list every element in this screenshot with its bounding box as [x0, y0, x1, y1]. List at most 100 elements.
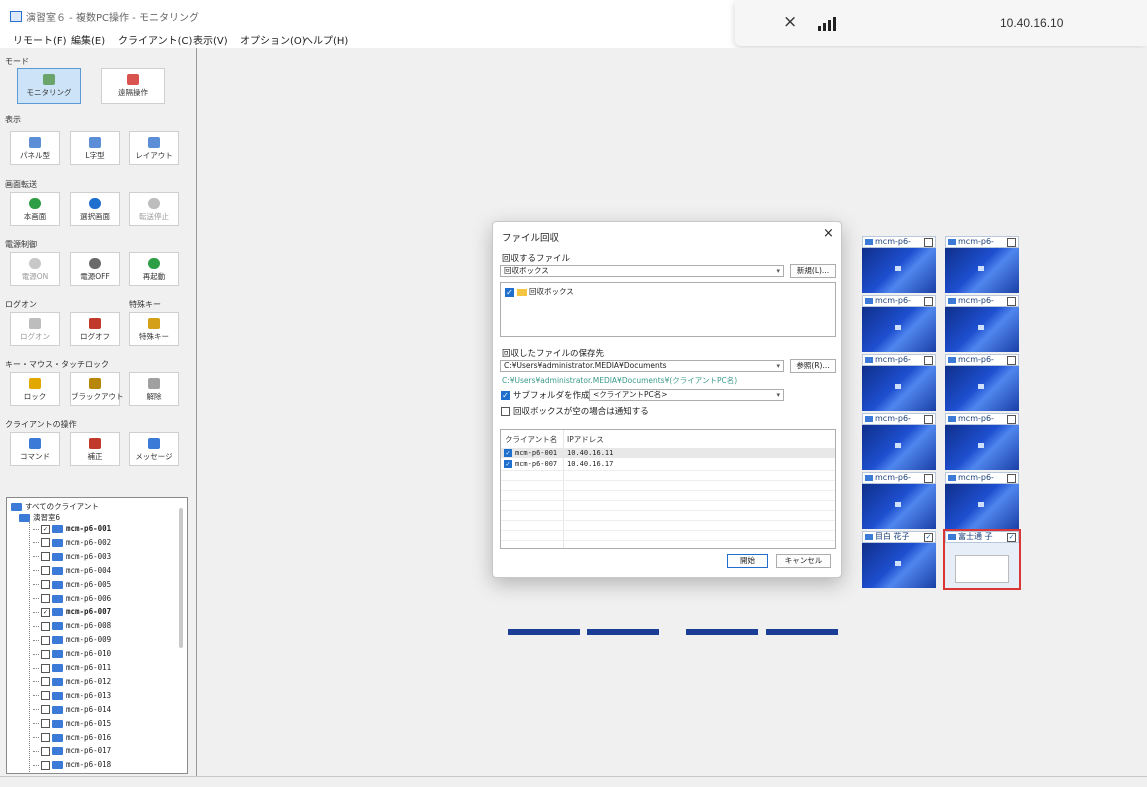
close-icon[interactable]: ×: [823, 226, 834, 241]
menu-client[interactable]: クライアント(C): [118, 32, 192, 47]
tree-item[interactable]: mcm-p6-006: [33, 594, 111, 605]
tree-item[interactable]: mcm-p6-016: [33, 733, 111, 744]
tree-item-checkbox[interactable]: [41, 566, 50, 576]
client-tile[interactable]: mcm-p6-: [862, 236, 936, 293]
unlock-button[interactable]: 解除: [129, 372, 179, 406]
client-tile[interactable]: 富士通 子 ✓: [943, 529, 1021, 590]
special-key-button[interactable]: 特殊キー: [129, 312, 179, 346]
client-tile-checkbox[interactable]: [1007, 356, 1016, 365]
logoff-button[interactable]: ログオフ: [70, 312, 120, 346]
table-row[interactable]: ✓ mcm-p6-007 10.40.16.17: [501, 459, 835, 469]
tree-item[interactable]: mcm-p6-010: [33, 649, 111, 660]
menu-edit[interactable]: 編集(E): [71, 32, 105, 47]
tree-item-checkbox[interactable]: [41, 663, 50, 673]
tree-item-checkbox[interactable]: [41, 621, 50, 631]
client-tile[interactable]: mcm-p6-: [945, 472, 1019, 529]
client-tile[interactable]: mcm-p6-: [945, 295, 1019, 352]
client-tile-checkbox[interactable]: ✓: [924, 533, 933, 542]
power-on-button[interactable]: 電源ON: [10, 252, 60, 286]
select-screen-button[interactable]: 選択画面: [70, 192, 120, 226]
tree-item-checkbox[interactable]: [41, 635, 50, 645]
client-tile-checkbox[interactable]: [924, 474, 933, 483]
subfolder-checkbox[interactable]: ✓: [501, 391, 510, 400]
tree-item[interactable]: mcm-p6-003: [33, 552, 111, 563]
tree-item-checkbox[interactable]: [41, 552, 50, 562]
notify-checkbox[interactable]: [501, 407, 510, 416]
tree-item-checkbox[interactable]: [41, 677, 50, 687]
main-screen-button[interactable]: 本画面: [10, 192, 60, 226]
tree-item[interactable]: mcm-p6-005: [33, 580, 111, 591]
tree-item-checkbox[interactable]: [41, 760, 50, 770]
client-tile[interactable]: mcm-p6-: [945, 354, 1019, 411]
tree-item[interactable]: mcm-p6-013: [33, 691, 111, 702]
tree-item-checkbox[interactable]: [41, 691, 50, 701]
tree-item-checkbox[interactable]: [41, 649, 50, 659]
power-off-button[interactable]: 電源OFF: [70, 252, 120, 286]
lock-button[interactable]: ロック: [10, 372, 60, 406]
client-tile[interactable]: mcm-p6-: [945, 413, 1019, 470]
checkbox[interactable]: ✓: [505, 287, 514, 297]
files-combo[interactable]: 回収ボックス ▾: [500, 265, 784, 277]
message-button[interactable]: メッセージ: [129, 432, 179, 466]
notify-checkbox-row[interactable]: 回収ボックスが空の場合は通知する: [501, 405, 649, 417]
tree-item[interactable]: mcm-p6-015: [33, 719, 111, 730]
client-tile-checkbox[interactable]: [924, 297, 933, 306]
client-tile[interactable]: mcm-p6-: [862, 472, 936, 529]
l-view-button[interactable]: L字型: [70, 131, 120, 165]
client-tile-checkbox[interactable]: [1007, 474, 1016, 483]
client-tile-checkbox[interactable]: [1007, 297, 1016, 306]
browse-button[interactable]: 参照(R)...: [790, 359, 836, 373]
panel-view-button[interactable]: パネル型: [10, 131, 60, 165]
tree-item-checkbox[interactable]: [41, 538, 50, 548]
command-button[interactable]: コマンド: [10, 432, 60, 466]
correct-button[interactable]: 補正: [70, 432, 120, 466]
client-tree[interactable]: すべてのクライアント 演習室6 ✓ mcm-p6-001 mcm-p6-002 mcm…: [6, 497, 188, 774]
tree-scrollbar[interactable]: [179, 508, 183, 648]
monitoring-button[interactable]: モニタリング: [17, 68, 81, 104]
signal-icon[interactable]: [817, 17, 839, 31]
tree-item[interactable]: mcm-p6-011: [33, 663, 111, 674]
client-tile[interactable]: 目白 花子 ✓: [862, 531, 936, 588]
tree-item[interactable]: mcm-p6-014: [33, 705, 111, 716]
tree-item[interactable]: mcm-p6-009: [33, 635, 111, 646]
tree-item[interactable]: mcm-p6-002: [33, 538, 111, 549]
tree-item[interactable]: mcm-p6-018: [33, 760, 111, 771]
client-tile[interactable]: mcm-p6-: [945, 236, 1019, 293]
subfolder-combo[interactable]: <クライアントPC名> ▾: [589, 389, 784, 401]
blackout-button[interactable]: ブラックアウト: [70, 372, 124, 406]
tree-root[interactable]: すべてのクライアント: [11, 501, 99, 512]
tree-item-checkbox[interactable]: [41, 719, 50, 729]
client-tile[interactable]: mcm-p6-: [862, 295, 936, 352]
menu-remote[interactable]: リモート(F): [13, 32, 67, 47]
row-checkbox[interactable]: ✓: [504, 449, 512, 457]
client-tile[interactable]: mcm-p6-: [862, 354, 936, 411]
box-list-item[interactable]: ✓ 回収ボックス: [505, 286, 574, 297]
client-tile-checkbox[interactable]: [924, 356, 933, 365]
new-button[interactable]: 新規(L)...: [790, 264, 836, 278]
client-tile[interactable]: mcm-p6-: [862, 413, 936, 470]
tree-group[interactable]: 演習室6: [19, 512, 60, 523]
client-tile-checkbox[interactable]: [1007, 415, 1016, 424]
client-tile-checkbox[interactable]: [924, 415, 933, 424]
remote-control-button[interactable]: 遠隔操作: [101, 68, 165, 104]
logon-button[interactable]: ログオン: [10, 312, 60, 346]
tree-item-checkbox[interactable]: ✓: [41, 607, 50, 617]
menu-option[interactable]: オプション(O): [240, 32, 306, 47]
start-button[interactable]: 開始: [727, 554, 768, 568]
bluetooth-off-icon[interactable]: ⨯: [783, 12, 797, 32]
tree-item[interactable]: mcm-p6-017: [33, 746, 111, 757]
tree-item[interactable]: mcm-p6-004: [33, 566, 111, 577]
restart-button[interactable]: 再起動: [129, 252, 179, 286]
stop-transfer-button[interactable]: 転送停止: [129, 192, 179, 226]
tree-item-checkbox[interactable]: [41, 746, 50, 756]
tree-item-checkbox[interactable]: [41, 580, 50, 590]
client-tile-checkbox[interactable]: [1007, 238, 1016, 247]
menu-help[interactable]: ヘルプ(H): [303, 32, 348, 47]
tree-item-checkbox[interactable]: ✓: [41, 524, 50, 534]
table-row[interactable]: ✓ mcm-p6-001 10.40.16.11: [501, 448, 835, 458]
subfolder-checkbox-row[interactable]: ✓ サブフォルダを作成: [501, 389, 590, 401]
layout-view-button[interactable]: レイアウト: [129, 131, 179, 165]
tree-item-checkbox[interactable]: [41, 705, 50, 715]
cancel-button[interactable]: キャンセル: [776, 554, 831, 568]
tree-item-checkbox[interactable]: [41, 733, 50, 742]
